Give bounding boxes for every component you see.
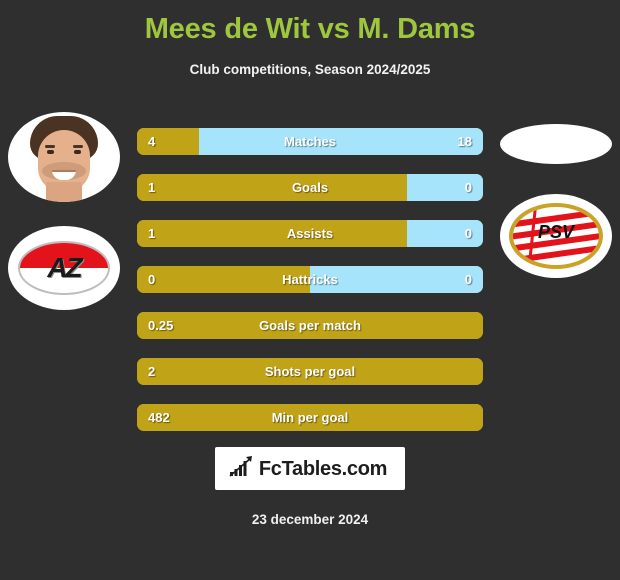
stat-bars: 4 Matches 18 1 Goals 0 1 Assists 0 0 Hattricks 0 0.2… (137, 128, 483, 450)
header: Mees de Wit vs M. Dams Club competitions… (0, 0, 620, 78)
az-crest-label: AZ (47, 252, 82, 283)
page-subtitle: Club competitions, Season 2024/2025 (189, 62, 431, 77)
right-player-photo (500, 124, 612, 164)
footer: FcTables.com 23 december 2024 (0, 447, 620, 527)
stat-right-value: 18 (457, 134, 472, 149)
stat-right-value: 0 (464, 226, 472, 241)
brand-logo[interactable]: FcTables.com (214, 447, 406, 490)
stat-bar-row: 482 Min per goal (137, 404, 483, 431)
stat-label: Assists (286, 226, 334, 241)
stat-bar-row: 0.25 Goals per match (137, 312, 483, 339)
psv-crest-label: PSV (537, 222, 575, 242)
stat-right-value: 0 (464, 272, 472, 287)
page-title: Mees de Wit vs M. Dams (144, 13, 476, 45)
stat-label: Goals (291, 180, 329, 195)
stat-bar-row: 1 Goals 0 (137, 174, 483, 201)
stat-bar-row: 0 Hattricks 0 (137, 266, 483, 293)
psv-crest-icon: PSV (509, 203, 603, 269)
az-crest-icon: AZ (18, 241, 110, 295)
bar-chart-icon (229, 455, 253, 482)
stat-bar-row: 1 Assists 0 (137, 220, 483, 247)
stat-label: Hattricks (282, 272, 338, 287)
stat-label: Min per goal (271, 410, 349, 425)
brand-name: FcTables.com (258, 457, 388, 480)
left-player-photo (8, 112, 120, 202)
stat-label: Matches (283, 134, 337, 149)
date-label: 23 december 2024 (251, 512, 369, 527)
left-club-badge: AZ (8, 226, 120, 310)
stat-label: Shots per goal (264, 364, 356, 379)
stat-bar-row: 2 Shots per goal (137, 358, 483, 385)
comparison-infographic: Mees de Wit vs M. Dams Club competitions… (0, 0, 620, 580)
stat-label: Goals per match (259, 318, 361, 333)
left-player-column: AZ (8, 112, 120, 310)
stat-right-value: 0 (464, 180, 472, 195)
player-face-icon (22, 112, 106, 202)
right-club-badge: PSV (500, 194, 612, 278)
right-player-column: PSV (500, 112, 612, 278)
stat-bar-row: 4 Matches 18 (137, 128, 483, 155)
